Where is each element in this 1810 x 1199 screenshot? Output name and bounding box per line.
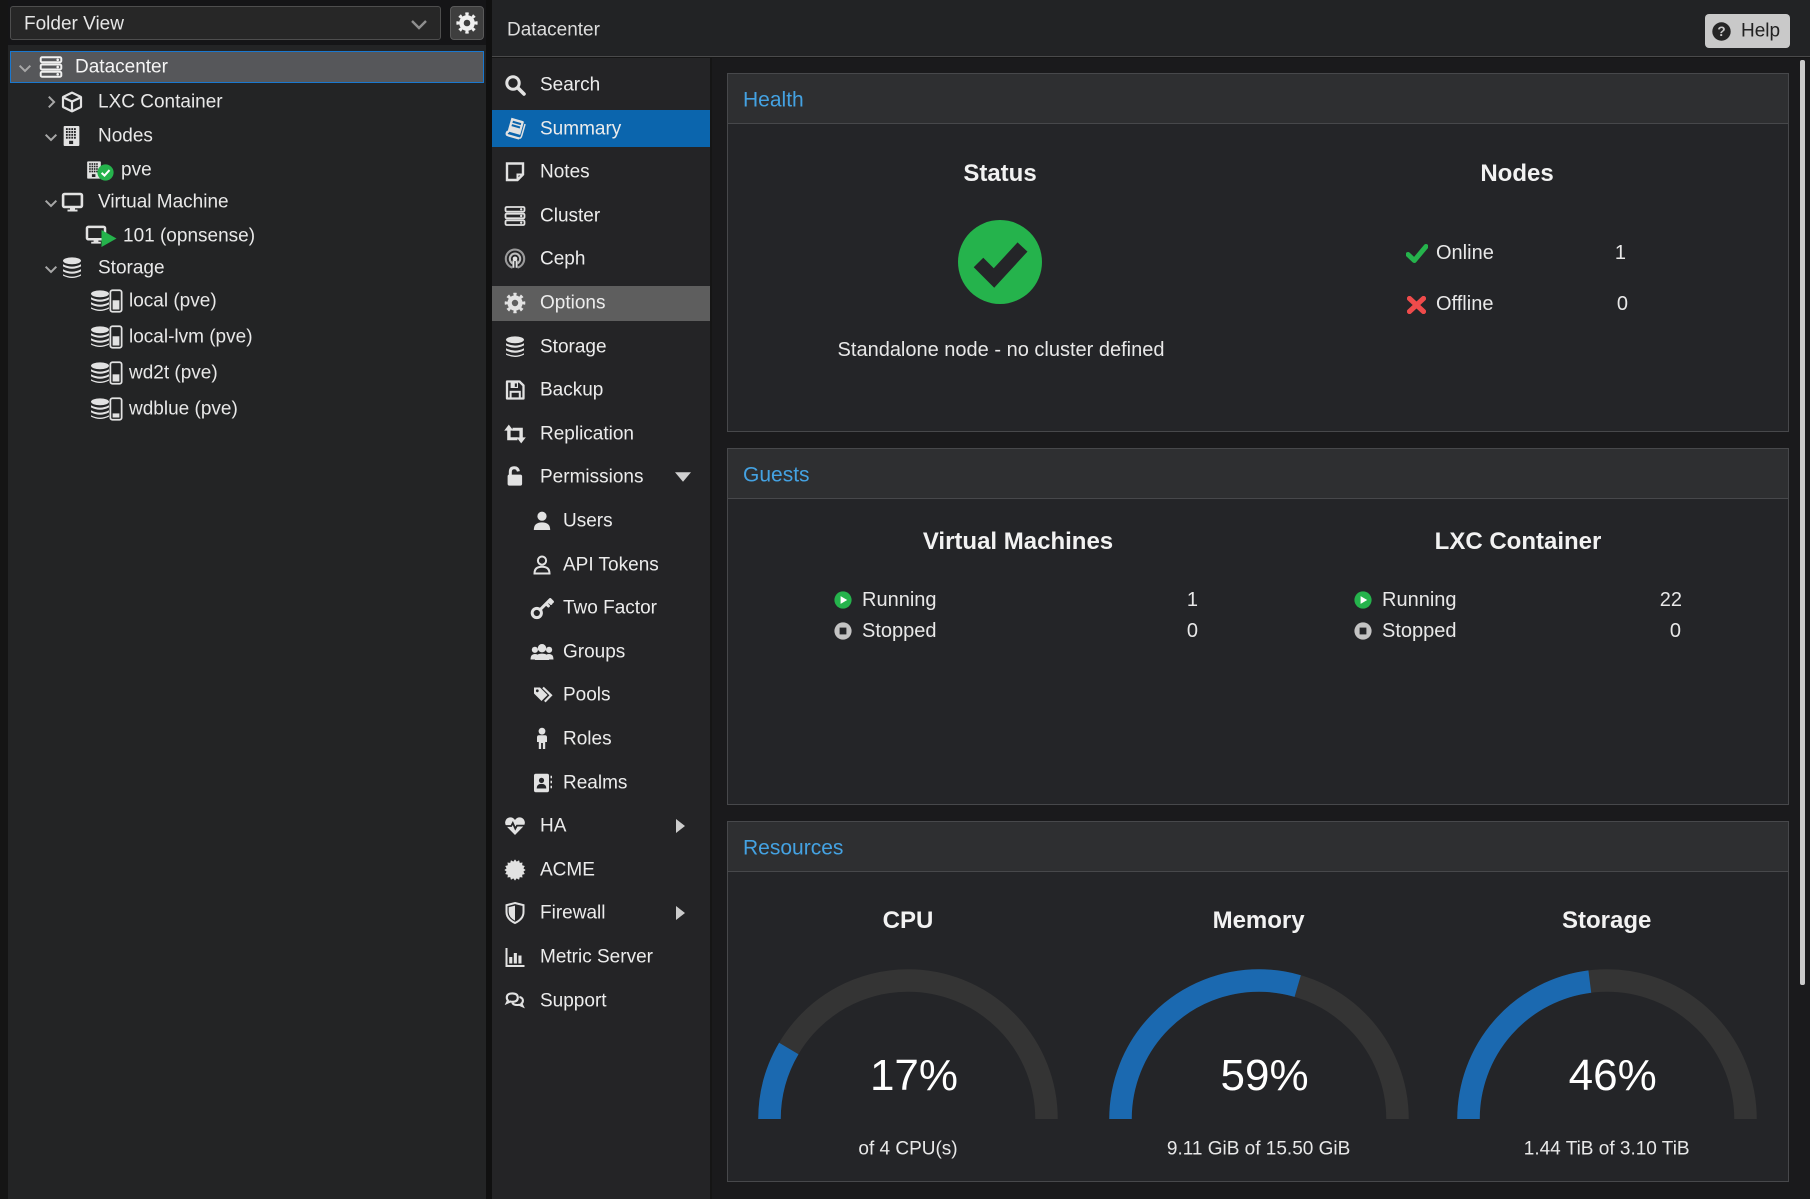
- svg-text:?: ?: [1717, 24, 1725, 39]
